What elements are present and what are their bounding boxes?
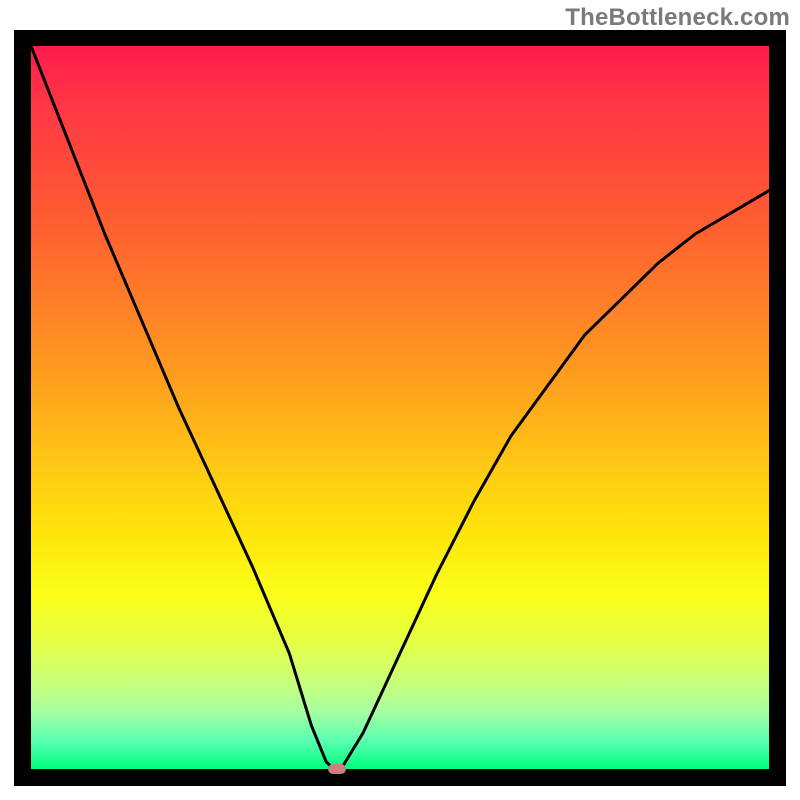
curve-path <box>31 46 769 769</box>
plot-area <box>31 46 769 769</box>
chart-stage: TheBottleneck.com <box>0 0 800 800</box>
bottleneck-curve <box>31 46 769 769</box>
plot-frame <box>14 30 786 786</box>
minimum-marker <box>328 764 346 774</box>
watermark-label: TheBottleneck.com <box>565 4 790 32</box>
